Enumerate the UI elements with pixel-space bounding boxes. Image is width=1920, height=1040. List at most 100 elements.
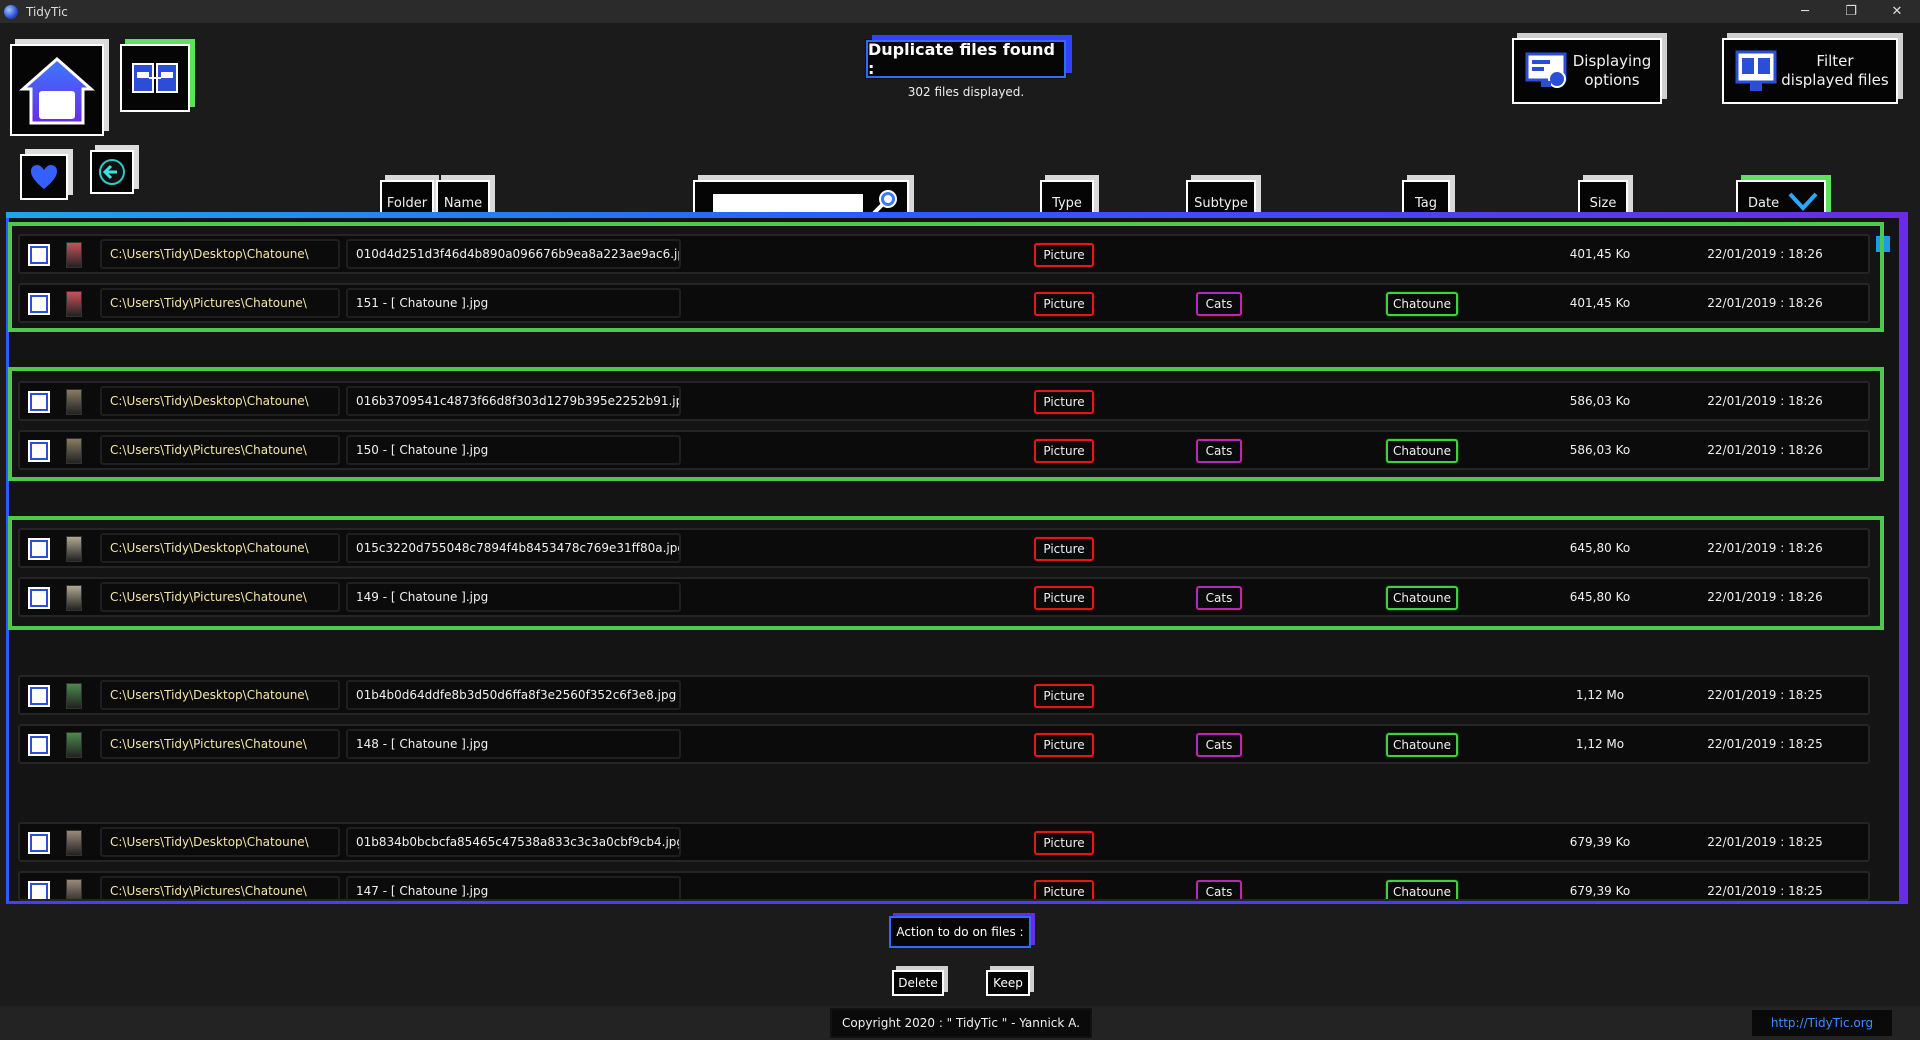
column-date-label: Date bbox=[1748, 196, 1780, 211]
home-icon bbox=[19, 56, 95, 125]
row-folder: C:\Users\Tidy\Pictures\Chatoune\ bbox=[100, 876, 340, 899]
row-folder: C:\Users\Tidy\Pictures\Chatoune\ bbox=[100, 288, 340, 318]
row-tag-badge: Chatoune bbox=[1386, 880, 1458, 899]
file-row[interactable]: C:\Users\Tidy\Pictures\Chatoune\ 149 - [… bbox=[18, 577, 1870, 617]
minimize-button[interactable]: ─ bbox=[1782, 0, 1828, 23]
app-logo-icon bbox=[4, 4, 18, 19]
favorites-button[interactable] bbox=[20, 154, 68, 200]
files-displayed-count: 302 files displayed. bbox=[907, 85, 1025, 99]
row-name: 148 - [ Chatoune ].jpg bbox=[346, 729, 681, 759]
close-button[interactable]: ✕ bbox=[1874, 0, 1920, 23]
display-settings-icon bbox=[1525, 52, 1567, 88]
row-checkbox[interactable] bbox=[28, 244, 50, 266]
row-type-badge: Picture bbox=[1034, 831, 1094, 855]
row-date: 22/01/2019 : 18:26 bbox=[1707, 541, 1823, 555]
row-date: 22/01/2019 : 18:26 bbox=[1707, 247, 1823, 261]
row-subtype-badge: Cats bbox=[1196, 439, 1242, 463]
file-thumbnail bbox=[66, 732, 82, 758]
row-folder: C:\Users\Tidy\Pictures\Chatoune\ bbox=[100, 582, 340, 612]
row-checkbox[interactable] bbox=[28, 881, 50, 899]
row-checkbox[interactable] bbox=[28, 734, 50, 756]
file-thumbnail bbox=[66, 389, 82, 415]
row-size: 401,45 Ko bbox=[1569, 247, 1631, 261]
row-type-badge: Picture bbox=[1034, 684, 1094, 708]
file-thumbnail bbox=[66, 536, 82, 562]
row-checkbox[interactable] bbox=[28, 587, 50, 609]
file-row[interactable]: C:\Users\Tidy\Desktop\Chatoune\ 015c3220… bbox=[18, 528, 1870, 568]
row-date: 22/01/2019 : 18:26 bbox=[1707, 443, 1823, 457]
maximize-button[interactable]: ❐ bbox=[1828, 0, 1874, 23]
row-checkbox[interactable] bbox=[28, 391, 50, 413]
file-row[interactable]: C:\Users\Tidy\Desktop\Chatoune\ 01b834b0… bbox=[18, 822, 1870, 862]
row-size: 679,39 Ko bbox=[1569, 884, 1631, 898]
file-row[interactable]: C:\Users\Tidy\Pictures\Chatoune\ 147 - [… bbox=[18, 871, 1870, 901]
row-folder: C:\Users\Tidy\Pictures\Chatoune\ bbox=[100, 435, 340, 465]
search-input[interactable] bbox=[713, 194, 863, 214]
file-row[interactable]: C:\Users\Tidy\Pictures\Chatoune\ 151 - [… bbox=[18, 283, 1870, 323]
file-thumbnail bbox=[66, 242, 82, 268]
row-date: 22/01/2019 : 18:26 bbox=[1707, 394, 1823, 408]
duplicates-title: Duplicate files found : bbox=[866, 40, 1066, 78]
row-type-badge: Picture bbox=[1034, 537, 1094, 561]
row-folder: C:\Users\Tidy\Desktop\Chatoune\ bbox=[100, 533, 340, 563]
row-name: 149 - [ Chatoune ].jpg bbox=[346, 582, 681, 612]
row-checkbox[interactable] bbox=[28, 832, 50, 854]
row-folder: C:\Users\Tidy\Pictures\Chatoune\ bbox=[100, 729, 340, 759]
row-type-badge: Picture bbox=[1034, 733, 1094, 757]
row-date: 22/01/2019 : 18:25 bbox=[1707, 835, 1823, 849]
row-name: 015c3220d755048c7894f4b8453478c769e31ff8… bbox=[346, 533, 681, 563]
file-thumbnail bbox=[66, 585, 82, 611]
row-subtype-badge: Cats bbox=[1196, 733, 1242, 757]
row-name: 01b4b0d64ddfe8b3d50d6ffa8f3e2560f352c6f3… bbox=[346, 680, 681, 710]
file-row[interactable]: C:\Users\Tidy\Desktop\Chatoune\ 010d4d25… bbox=[18, 234, 1870, 274]
row-date: 22/01/2019 : 18:25 bbox=[1707, 884, 1823, 898]
row-date: 22/01/2019 : 18:25 bbox=[1707, 688, 1823, 702]
row-name: 010d4d251d3f46d4b890a096676b9ea8a223ae9a… bbox=[346, 239, 681, 269]
displaying-options-label: Displaying options bbox=[1572, 52, 1652, 89]
row-folder: C:\Users\Tidy\Desktop\Chatoune\ bbox=[100, 239, 340, 269]
row-tag-badge: Chatoune bbox=[1386, 586, 1458, 610]
row-name: 01b834b0bcbcfa85465c47538a833c3c3a0cbf9c… bbox=[346, 827, 681, 857]
row-tag-badge: Chatoune bbox=[1386, 733, 1458, 757]
file-row[interactable]: C:\Users\Tidy\Desktop\Chatoune\ 016b3709… bbox=[18, 381, 1870, 421]
file-row[interactable]: C:\Users\Tidy\Pictures\Chatoune\ 150 - [… bbox=[18, 430, 1870, 470]
keep-button[interactable]: Keep bbox=[986, 970, 1030, 996]
row-name: 151 - [ Chatoune ].jpg bbox=[346, 288, 681, 318]
row-type-badge: Picture bbox=[1034, 439, 1094, 463]
row-checkbox[interactable] bbox=[28, 293, 50, 315]
file-row[interactable]: C:\Users\Tidy\Pictures\Chatoune\ 148 - [… bbox=[18, 724, 1870, 764]
row-size: 586,03 Ko bbox=[1569, 443, 1631, 457]
row-type-badge: Picture bbox=[1034, 586, 1094, 610]
row-checkbox[interactable] bbox=[28, 538, 50, 560]
row-date: 22/01/2019 : 18:26 bbox=[1707, 590, 1823, 604]
website-link[interactable]: http://TidyTic.org bbox=[1752, 1010, 1892, 1036]
row-size: 1,12 Mo bbox=[1575, 737, 1625, 751]
row-type-badge: Picture bbox=[1034, 292, 1094, 316]
row-size: 679,39 Ko bbox=[1569, 835, 1631, 849]
heart-icon bbox=[31, 165, 57, 189]
sort-descending-icon[interactable] bbox=[1788, 190, 1818, 212]
file-row[interactable]: C:\Users\Tidy\Desktop\Chatoune\ 01b4b0d6… bbox=[18, 675, 1870, 715]
row-size: 401,45 Ko bbox=[1569, 296, 1631, 310]
row-date: 22/01/2019 : 18:26 bbox=[1707, 296, 1823, 310]
row-folder: C:\Users\Tidy\Desktop\Chatoune\ bbox=[100, 827, 340, 857]
file-thumbnail bbox=[66, 291, 82, 317]
row-checkbox[interactable] bbox=[28, 685, 50, 707]
filter-files-label: Filter displayed files bbox=[1781, 52, 1889, 89]
row-checkbox[interactable] bbox=[28, 440, 50, 462]
file-thumbnail bbox=[66, 830, 82, 856]
displaying-options-button[interactable]: Displaying options bbox=[1512, 38, 1662, 104]
row-tag-badge: Chatoune bbox=[1386, 439, 1458, 463]
filter-files-button[interactable]: Filter displayed files bbox=[1722, 38, 1898, 104]
compare-button[interactable] bbox=[120, 44, 190, 112]
home-button[interactable] bbox=[10, 44, 104, 136]
filter-files-icon bbox=[1735, 50, 1777, 91]
row-type-badge: Picture bbox=[1034, 880, 1094, 899]
copyright-text: Copyright 2020 : " TidyTic " - Yannick A… bbox=[830, 1008, 1092, 1038]
row-folder: C:\Users\Tidy\Desktop\Chatoune\ bbox=[100, 680, 340, 710]
file-thumbnail bbox=[66, 438, 82, 464]
back-button[interactable] bbox=[90, 150, 134, 194]
row-name: 150 - [ Chatoune ].jpg bbox=[346, 435, 681, 465]
delete-button[interactable]: Delete bbox=[892, 970, 944, 996]
row-folder: C:\Users\Tidy\Desktop\Chatoune\ bbox=[100, 386, 340, 416]
